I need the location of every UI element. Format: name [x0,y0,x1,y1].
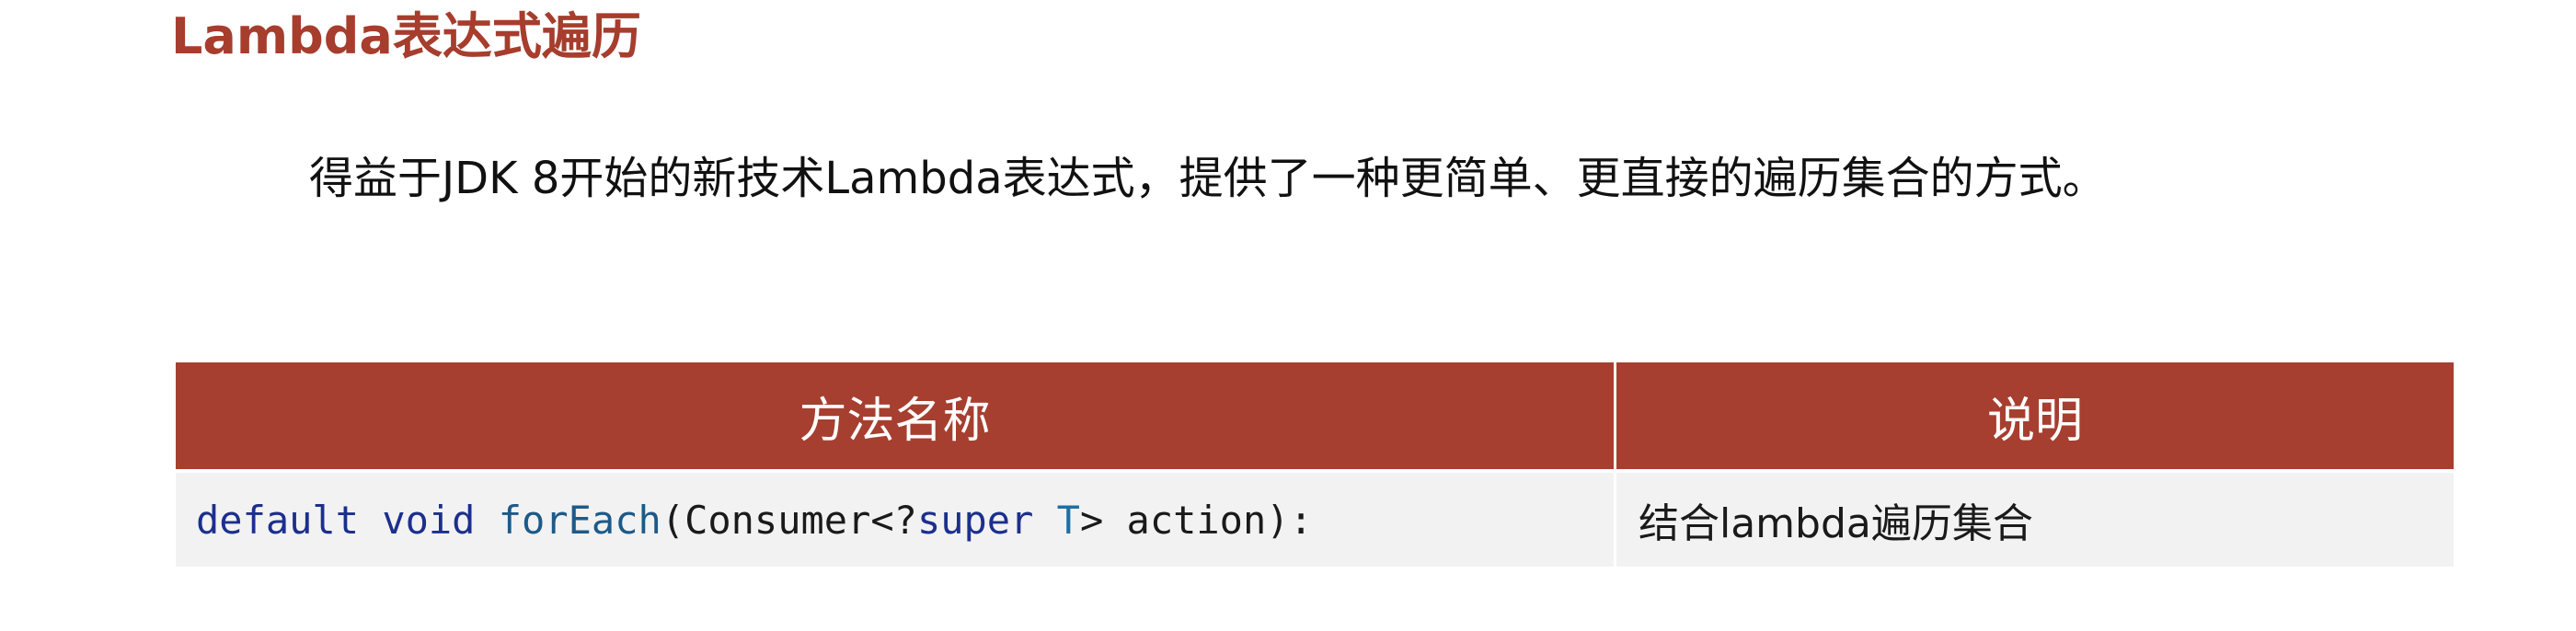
methods-table: 方法名称 说明 default void forEach (Consumer<? … [176,362,2454,567]
method-name: forEach [498,497,661,543]
intro-paragraph: 得益于JDK 8开始的新技术Lambda表达式，提供了一种更简单、更直接的遍历集… [309,153,2107,204]
param-open: (Consumer<? [661,497,917,543]
keyword-super: super [916,497,1034,543]
keyword-void: void [382,497,476,543]
param-close: > action): [1079,497,1313,543]
header-method-name: 方法名称 [176,362,1616,469]
type-param: T [1056,497,1080,543]
header-description: 说明 [1986,393,2083,449]
method-description: 结合lambda遍历集合 [1639,500,2033,547]
table-row: default void forEach (Consumer<? super T >… [176,473,2454,567]
table-header-row: 方法名称 说明 [176,362,2454,469]
keyword-default: default [196,497,360,543]
method-signature: default void forEach (Consumer<? super T >… [176,473,1616,567]
section-title: Lambda表达式遍历 [171,7,641,65]
